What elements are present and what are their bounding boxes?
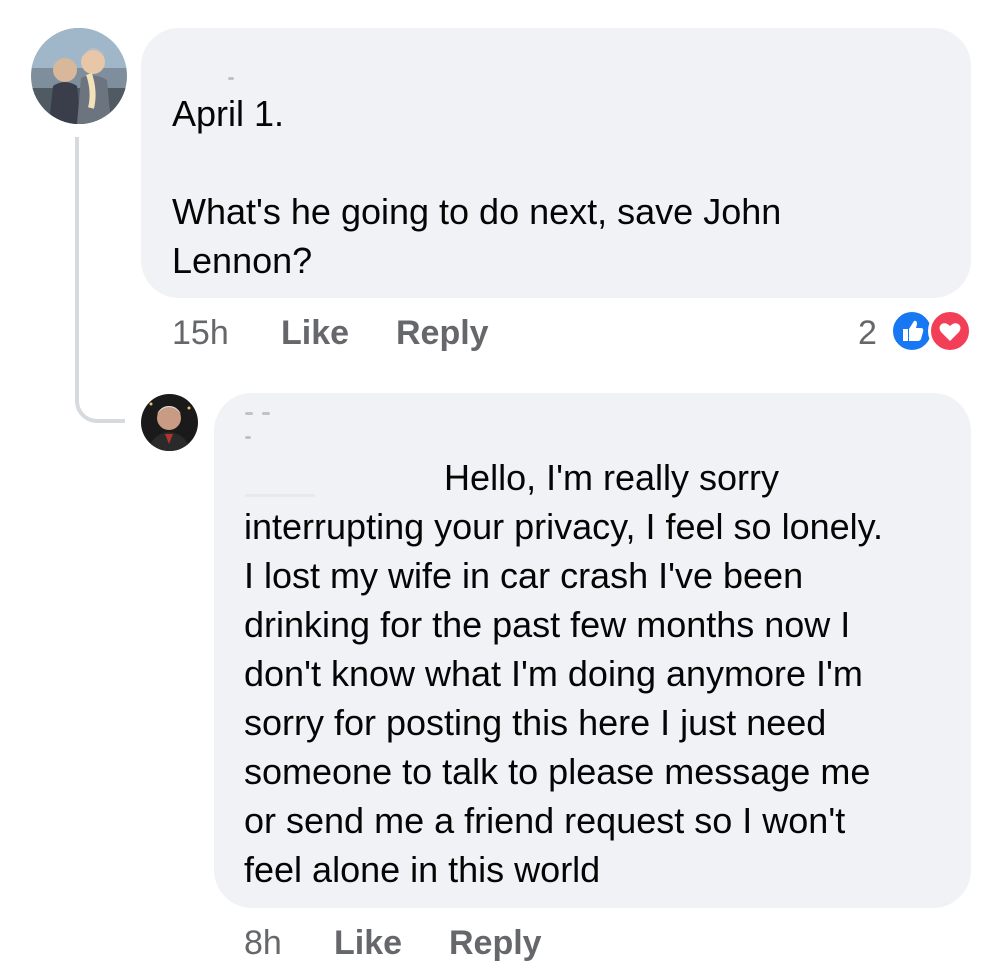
reply-button[interactable]: Reply (449, 923, 542, 963)
avatar-photo-icon (31, 28, 127, 124)
comment-text: April 1. What's he going to do next, sav… (172, 93, 782, 281)
comment-timestamp[interactable]: 8h (244, 923, 282, 963)
comment-timestamp[interactable]: 15h (172, 313, 229, 353)
reaction-count[interactable]: 2 (858, 313, 877, 353)
author-name-redacted (245, 412, 253, 415)
comment-text: Hello, I'm really sorry interrupting you… (244, 457, 883, 890)
like-button[interactable]: Like (281, 313, 349, 353)
like-button[interactable]: Like (334, 923, 402, 963)
author-name-redacted (262, 412, 270, 415)
avatar[interactable] (31, 28, 127, 124)
thread-connector (75, 137, 125, 423)
avatar[interactable] (141, 394, 198, 451)
love-icon[interactable] (928, 309, 972, 353)
reply-button[interactable]: Reply (396, 313, 489, 353)
avatar-photo-icon (141, 394, 198, 451)
author-name-redacted (245, 436, 251, 439)
author-name-redacted (228, 77, 234, 80)
